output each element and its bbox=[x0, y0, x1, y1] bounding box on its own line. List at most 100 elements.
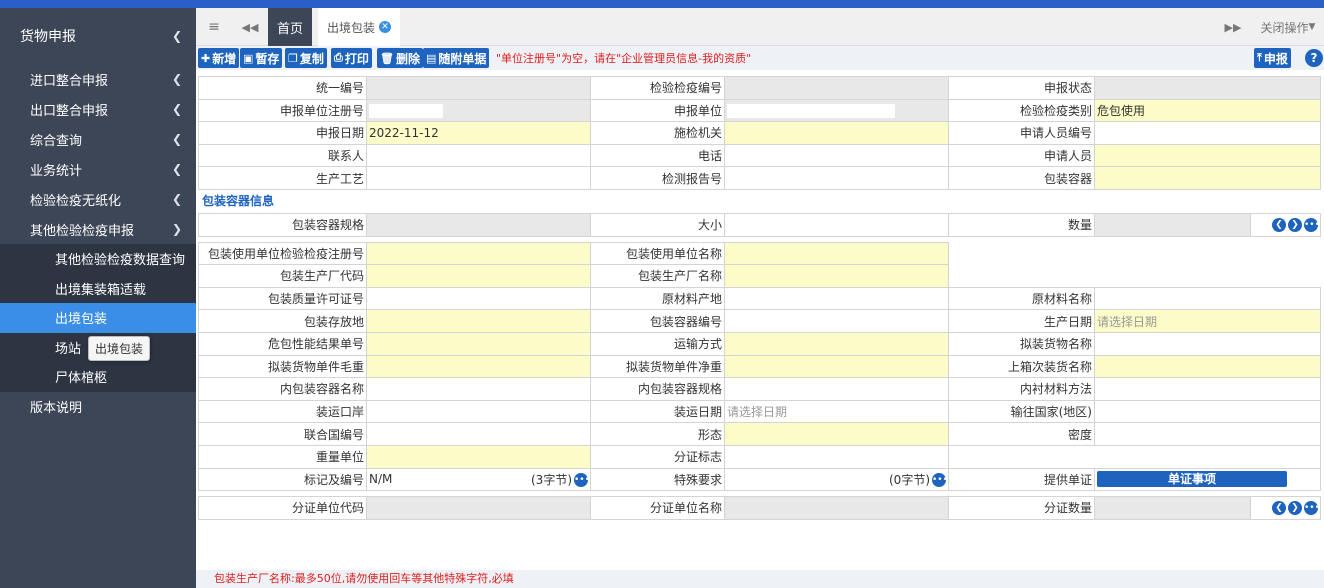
scroll-right-icon[interactable]: ▶▶ bbox=[1218, 8, 1248, 46]
size-field[interactable] bbox=[724, 212, 949, 237]
more-icon[interactable]: ••• bbox=[1304, 501, 1320, 516]
section-title: 包装容器信息 bbox=[202, 193, 275, 208]
scroll-left-icon[interactable]: ◀◀ bbox=[232, 8, 268, 46]
maker-name-field[interactable] bbox=[724, 264, 949, 288]
sidebar-item-other[interactable]: 其他检验检疫申报 ❯ bbox=[0, 214, 196, 244]
transport-field[interactable] bbox=[724, 331, 949, 356]
print-button[interactable]: ⎙ 打印 bbox=[331, 48, 372, 68]
tab-packaging[interactable]: 出境包装 ✕ bbox=[318, 8, 400, 46]
save-button[interactable]: ▣ 暂存 bbox=[240, 48, 283, 68]
quality-license-field[interactable] bbox=[366, 286, 591, 311]
more-icon[interactable]: ••• bbox=[932, 473, 948, 488]
docs-button[interactable]: 单证事项 bbox=[1097, 471, 1287, 488]
sidebar-item-import[interactable]: 进口整合申报 ❮ bbox=[0, 64, 196, 94]
un-no-label: 联合国编号 bbox=[198, 422, 367, 446]
new-button[interactable]: ✚ 新增 bbox=[198, 48, 240, 68]
prod-date-field[interactable]: 请选择日期 bbox=[1094, 309, 1321, 333]
sidebar-item-stats[interactable]: 业务统计 ❮ bbox=[0, 154, 196, 184]
inner-spec-field[interactable] bbox=[724, 377, 949, 401]
user-reg-no-field[interactable] bbox=[366, 241, 591, 266]
help-icon[interactable]: ? bbox=[1305, 49, 1323, 67]
sidebar-item-query[interactable]: 综合查询 ❮ bbox=[0, 124, 196, 154]
redacted-box bbox=[369, 103, 443, 118]
goods-name-field[interactable] bbox=[1094, 331, 1321, 356]
form-state-label: 形态 bbox=[590, 422, 725, 446]
maker-code-field[interactable] bbox=[366, 264, 591, 288]
declare-status-field bbox=[1094, 76, 1321, 100]
footer-hint: 包装生产厂名称:最多50位,请勿使用回车等其他特殊字符,必填 bbox=[196, 570, 1324, 588]
more-icon[interactable]: ••• bbox=[574, 473, 590, 488]
hazard-result-field[interactable] bbox=[366, 331, 591, 356]
container-spec-label: 包装容器规格 bbox=[198, 212, 367, 237]
more-icon[interactable]: ••• bbox=[1304, 218, 1320, 233]
inspection-org-field[interactable] bbox=[724, 121, 949, 145]
net-weight-field[interactable] bbox=[724, 354, 949, 379]
mark-byte-count: (3字节) bbox=[531, 472, 572, 487]
declare-date-field[interactable]: 2022-11-12 bbox=[366, 121, 591, 145]
next-icon[interactable]: ❯ bbox=[1288, 218, 1302, 233]
maker-code-label: 包装生产厂代码 bbox=[198, 264, 367, 288]
sidebar-subitem-coffin[interactable]: 尸体棺柩 bbox=[0, 362, 196, 392]
ship-date-field[interactable]: 请选择日期 bbox=[724, 399, 949, 424]
dest-country-label: 输往国家(地区) bbox=[948, 399, 1095, 424]
delete-button[interactable]: 🗑 删除 bbox=[377, 48, 423, 68]
container-field[interactable] bbox=[1094, 166, 1321, 190]
menu-icon[interactable]: ≡ bbox=[196, 8, 232, 46]
density-field[interactable] bbox=[1094, 422, 1321, 446]
next-icon[interactable]: ❯ bbox=[1288, 501, 1302, 516]
attach-docs-button[interactable]: ▤ 随附单据 bbox=[423, 48, 490, 68]
sidebar-subitem-other-query[interactable]: 其他检验检疫数据查询 bbox=[0, 244, 196, 274]
print-label: 打印 bbox=[344, 51, 369, 66]
declare-unit-field bbox=[724, 98, 949, 123]
empty-cell bbox=[948, 444, 1321, 469]
applicant-no-field[interactable] bbox=[1094, 121, 1321, 145]
plus-icon: ✚ bbox=[201, 51, 211, 65]
sidebar-item-label: 出口整合申报 bbox=[30, 103, 109, 119]
sidebar-item-version[interactable]: 版本说明 bbox=[0, 392, 196, 422]
close-icon[interactable]: ✕ bbox=[379, 21, 391, 33]
process-field[interactable] bbox=[366, 166, 591, 190]
container-no-field[interactable] bbox=[724, 309, 949, 333]
weight-unit-field[interactable] bbox=[366, 444, 591, 469]
tab-home[interactable]: 首页 bbox=[268, 8, 312, 46]
dest-country-field[interactable] bbox=[1094, 399, 1321, 424]
prev-icon[interactable]: ❮ bbox=[1272, 218, 1286, 233]
prev-icon[interactable]: ❮ bbox=[1272, 501, 1286, 516]
inner-name-field[interactable] bbox=[366, 377, 591, 401]
applicant-field[interactable] bbox=[1094, 143, 1321, 168]
hazard-result-label: 危包性能结果单号 bbox=[198, 331, 367, 356]
special-req-field[interactable]: (0字节) ••• bbox=[724, 467, 949, 492]
copy-button[interactable]: ❐ 复制 bbox=[285, 48, 327, 68]
new-label: 新增 bbox=[212, 51, 237, 66]
gross-weight-label: 拟装货物单件毛重 bbox=[198, 354, 367, 379]
sidebar-item-paperless[interactable]: 检验检疫无纸化 ❮ bbox=[0, 184, 196, 214]
form-state-field[interactable] bbox=[724, 422, 949, 446]
phone-field[interactable] bbox=[724, 143, 949, 168]
sidebar-item-export[interactable]: 出口整合申报 ❮ bbox=[0, 94, 196, 124]
gross-weight-field[interactable] bbox=[366, 354, 591, 379]
last-goods-field[interactable] bbox=[1094, 354, 1321, 379]
close-operations-menu[interactable]: 关闭操作 ▼ bbox=[1252, 8, 1324, 46]
mark-no-field[interactable]: N/M (3字节) ••• bbox=[366, 467, 591, 492]
sidebar-title[interactable]: 货物申报 ❮ bbox=[0, 8, 196, 64]
material-origin-field[interactable] bbox=[724, 286, 949, 311]
storage-label: 包装存放地 bbox=[198, 309, 367, 333]
copy-icon: ❐ bbox=[288, 51, 298, 65]
contact-field[interactable] bbox=[366, 143, 591, 168]
quantity-field bbox=[1094, 212, 1251, 237]
port-field[interactable] bbox=[366, 399, 591, 424]
lining-field[interactable] bbox=[1094, 377, 1321, 401]
split-flag-label: 分证标志 bbox=[590, 444, 725, 469]
sidebar-subitem-packaging[interactable]: 出境包装 bbox=[0, 303, 196, 333]
user-name-field[interactable] bbox=[724, 241, 949, 266]
inspection-type-select[interactable]: 危包使用 bbox=[1094, 98, 1321, 123]
sidebar-subitem-container[interactable]: 出境集装箱适载 bbox=[0, 273, 196, 303]
submit-button[interactable]: ⤒ 申报 bbox=[1254, 48, 1291, 68]
split-flag-field[interactable] bbox=[724, 444, 949, 469]
split-code-label: 分证单位代码 bbox=[198, 496, 367, 520]
un-no-field[interactable] bbox=[366, 422, 591, 446]
material-name-field[interactable] bbox=[1094, 286, 1321, 311]
chevron-left-icon: ❮ bbox=[171, 29, 182, 43]
storage-field[interactable] bbox=[366, 309, 591, 333]
test-report-field[interactable] bbox=[724, 166, 949, 190]
